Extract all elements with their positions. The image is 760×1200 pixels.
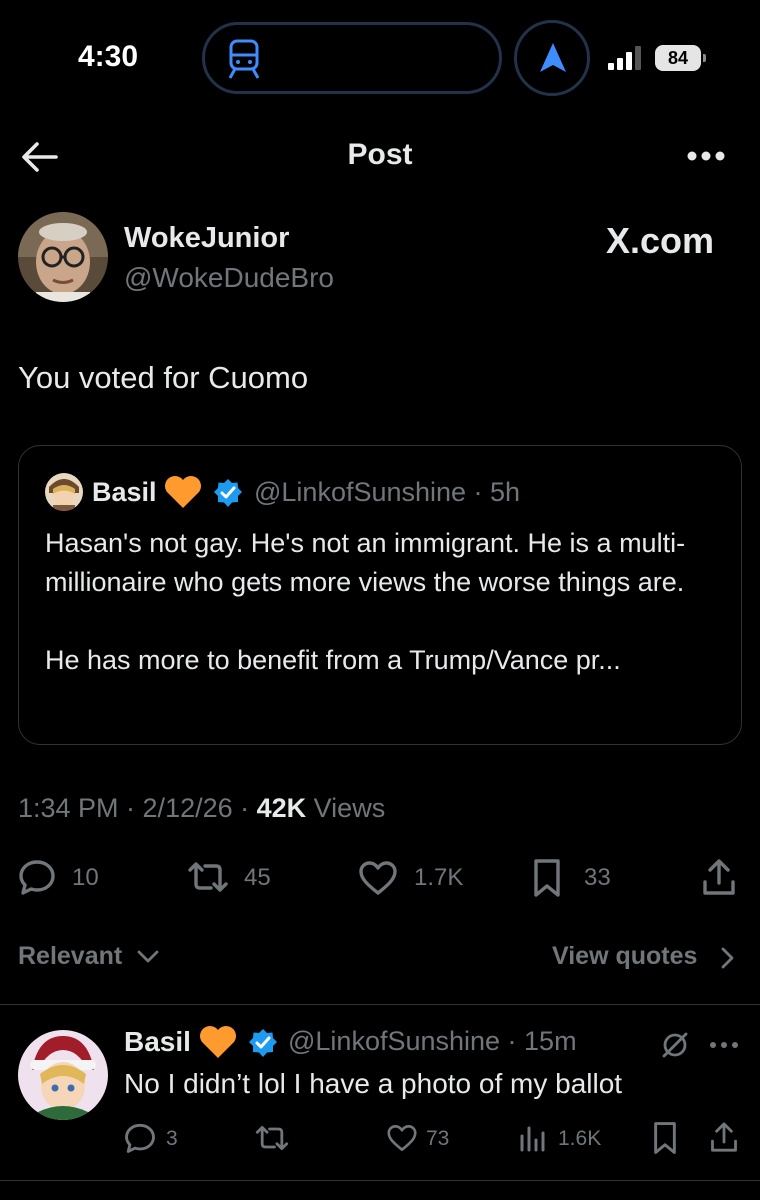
post-timestamp: 1:34 PM · 2/12/26 · — [18, 793, 257, 823]
train-icon — [228, 39, 260, 79]
orange-heart-icon — [200, 1026, 236, 1058]
verified-icon — [249, 1029, 277, 1057]
orange-heart-icon — [165, 476, 201, 508]
view-quotes-button[interactable]: View quotes — [552, 942, 697, 971]
status-time: 4:30 — [78, 40, 139, 73]
views-icon[interactable] — [518, 1124, 548, 1152]
reply-handle-time[interactable]: @LinkofSunshine · 15m — [288, 1026, 577, 1057]
reply-reply-count: 3 — [166, 1127, 178, 1150]
more-icon[interactable] — [686, 150, 726, 162]
sort-label: Relevant — [18, 942, 123, 970]
quote-handle-time[interactable]: @LinkofSunshine · 5h — [254, 477, 520, 508]
divider — [0, 1004, 760, 1005]
repost-icon[interactable] — [254, 1124, 290, 1152]
bookmark-icon[interactable] — [532, 858, 562, 898]
share-icon[interactable] — [702, 858, 736, 896]
sort-replies-button[interactable]: Relevant — [18, 942, 122, 971]
reply-author-name[interactable]: Basil — [124, 1026, 191, 1058]
signal-icon — [608, 46, 641, 70]
reply-text: No I didn’t lol I have a photo of my bal… — [124, 1068, 623, 1099]
dynamic-island — [202, 22, 502, 94]
battery-cap — [703, 54, 706, 62]
post-text: You voted for Cuomo — [18, 360, 309, 395]
verified-icon — [214, 479, 242, 507]
quote-text: Hasan's not gay. He's not an immigrant. … — [45, 528, 686, 675]
battery-indicator: 84 — [655, 45, 701, 71]
divider — [0, 1180, 760, 1181]
author-avatar[interactable] — [18, 212, 108, 302]
views-label: Views — [306, 793, 386, 823]
post-meta: 1:34 PM · 2/12/26 · 42K Views — [18, 793, 385, 824]
reply-icon[interactable] — [18, 858, 56, 896]
page-title: Post — [347, 138, 413, 171]
location-arrow-icon — [540, 43, 566, 72]
author-name[interactable]: WokeJunior — [124, 222, 289, 255]
like-icon[interactable] — [358, 860, 398, 896]
like-count: 1.7K — [414, 864, 464, 891]
author-handle[interactable]: @WokeDudeBro — [124, 262, 334, 294]
mute-icon[interactable] — [660, 1030, 690, 1060]
like-icon[interactable] — [386, 1124, 418, 1152]
chevron-right-icon[interactable] — [718, 946, 736, 970]
view-quotes-label: View quotes — [552, 942, 698, 970]
reply-count: 10 — [72, 864, 99, 891]
repost-count: 45 — [244, 864, 271, 891]
share-icon[interactable] — [710, 1121, 738, 1153]
repost-icon[interactable] — [186, 860, 230, 894]
reply-icon[interactable] — [124, 1122, 156, 1154]
reply-view-count: 1.6K — [558, 1127, 602, 1150]
reply-avatar[interactable] — [18, 1030, 108, 1120]
quote-author-name[interactable]: Basil — [92, 477, 157, 508]
more-icon[interactable] — [708, 1040, 740, 1050]
quote-avatar — [45, 473, 83, 511]
navigation-indicator — [514, 20, 590, 96]
source-label: X.com — [606, 220, 715, 261]
reply-like-count: 73 — [426, 1127, 450, 1150]
views-count: 42K — [256, 793, 307, 823]
bookmark-count: 33 — [584, 864, 611, 891]
chevron-down-icon[interactable] — [136, 948, 160, 964]
bookmark-icon[interactable] — [652, 1121, 678, 1155]
